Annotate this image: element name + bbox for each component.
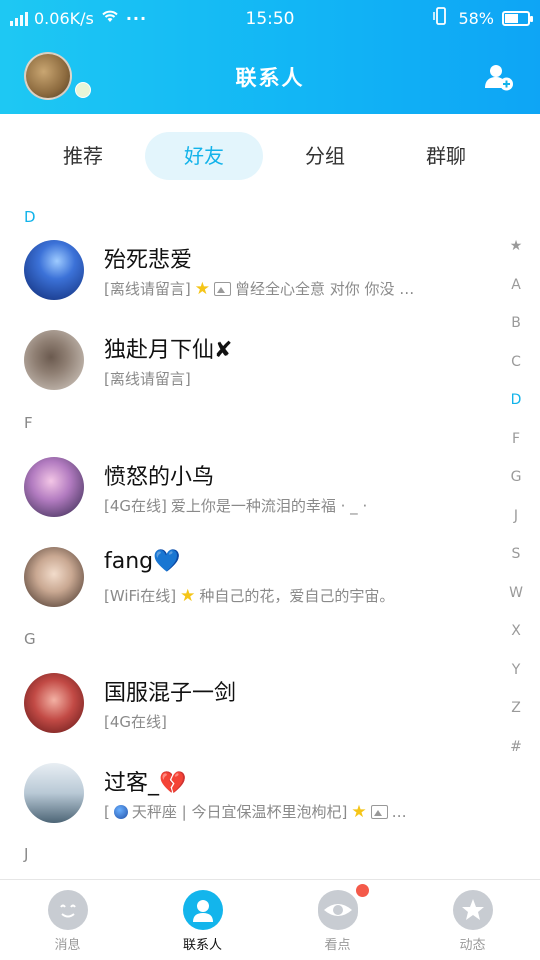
star-icon: ★ xyxy=(351,801,367,822)
index-letter[interactable]: W xyxy=(506,585,526,624)
bottom-nav: 消息 联系人 看点 动态 xyxy=(0,879,540,960)
header: 0.06K/s ··· 15:50 58% 联系人 xyxy=(0,0,540,114)
contacts-icon xyxy=(183,890,223,930)
tab-group-chats[interactable]: 群聊 xyxy=(387,132,505,180)
contact-name: 国服混子一剑 xyxy=(104,681,237,706)
nav-contacts[interactable]: 联系人 xyxy=(135,880,270,960)
signature-text: 曾经全心全意 对你 你没 … xyxy=(234,280,415,298)
contact-row[interactable]: fang💙 [WiFi在线] ★ 种自己的花，爱自己的宇宙。 xyxy=(0,533,500,621)
contact-row[interactable]: 愤怒的小鸟 [4G在线] 爱上你是一种流泪的幸福 · _ · xyxy=(0,443,500,531)
index-letter[interactable]: G xyxy=(506,469,526,508)
nav-label: 动态 xyxy=(459,938,486,953)
nav-highlights[interactable]: 看点 xyxy=(270,880,405,960)
index-letter[interactable]: F xyxy=(506,431,526,470)
eye-icon xyxy=(318,890,358,930)
contact-status: [4G在线] 爱上你是一种流泪的幸福 · _ · xyxy=(104,495,367,516)
contact-name: 愤怒的小鸟 xyxy=(104,465,215,490)
nav-label: 联系人 xyxy=(182,938,222,953)
section-header-f: F xyxy=(24,414,33,432)
avatar[interactable] xyxy=(24,763,84,823)
contact-row[interactable]: 国服混子一剑 [4G在线] xyxy=(0,659,500,747)
section-header-d: D xyxy=(24,208,36,226)
status-right: 58% xyxy=(432,7,533,29)
phone-vibrate-icon xyxy=(432,7,450,29)
index-letter[interactable]: J xyxy=(506,508,526,547)
index-letter[interactable]: # xyxy=(506,739,526,778)
contact-status: [4G在线] xyxy=(104,711,167,732)
avatar[interactable] xyxy=(24,457,84,517)
star-icon: ★ xyxy=(180,585,196,606)
nav-messages[interactable]: 消息 xyxy=(0,880,135,960)
globe-icon xyxy=(113,804,128,819)
tab-recommend[interactable]: 推荐 xyxy=(24,132,142,180)
online-status-tag: [WiFi在线] xyxy=(104,587,177,605)
index-letter[interactable]: Y xyxy=(506,662,526,701)
online-status-tag: [离线请留言] xyxy=(104,280,191,298)
index-letter[interactable]: ★ xyxy=(506,238,526,277)
star-planet-icon xyxy=(453,890,493,930)
notification-badge xyxy=(356,884,369,897)
avatar[interactable] xyxy=(24,240,84,300)
avatar[interactable] xyxy=(24,330,84,390)
online-status-detail: 天秤座 | 今日宜保温杯里泡枸杞] xyxy=(131,803,348,821)
index-letter[interactable]: A xyxy=(506,277,526,316)
section-header-g: G xyxy=(24,630,36,648)
index-letter[interactable]: S xyxy=(506,546,526,585)
index-letter[interactable]: B xyxy=(506,315,526,354)
nav-label: 消息 xyxy=(54,938,81,953)
avatar[interactable] xyxy=(24,673,84,733)
contact-status: [ 天秤座 | 今日宜保温杯里泡枸杞] ★ … xyxy=(104,801,407,822)
add-contact-icon[interactable] xyxy=(484,62,514,92)
contact-name: 过客_💔 xyxy=(104,771,187,796)
contact-status: [离线请留言] xyxy=(104,368,191,389)
signature-text: 爱上你是一种流泪的幸福 · _ · xyxy=(170,497,368,515)
nav-label: 看点 xyxy=(324,938,351,953)
image-icon xyxy=(213,281,231,296)
battery-percent: 58% xyxy=(458,8,494,28)
tab-friends[interactable]: 好友 xyxy=(145,132,263,180)
alphabet-index[interactable]: ★ A B C D F G J S W X Y Z # xyxy=(506,238,526,777)
tab-groups[interactable]: 分组 xyxy=(266,132,384,180)
online-status-tag: [4G在线] xyxy=(104,713,167,731)
tab-bar: 推荐 好友 分组 群聊 xyxy=(0,114,540,200)
online-status-tag: [ xyxy=(104,802,110,821)
image-icon xyxy=(370,804,388,819)
star-icon: ★ xyxy=(194,278,210,299)
contacts-screen: 0.06K/s ··· 15:50 58% 联系人 推荐 好友 分组 群聊 D … xyxy=(0,0,540,960)
avatar[interactable] xyxy=(24,547,84,607)
contact-row[interactable]: 独赴月下仙✘ [离线请留言] xyxy=(0,316,500,404)
index-letter[interactable]: Z xyxy=(506,700,526,739)
battery-icon xyxy=(502,10,533,26)
contact-name: 殆死悲爱 xyxy=(104,248,193,273)
message-icon xyxy=(48,890,88,930)
contact-row[interactable]: 过客_💔 [ 天秤座 | 今日宜保温杯里泡枸杞] ★ … xyxy=(0,749,500,837)
contact-status: [离线请留言] ★ 曾经全心全意 对你 你没 … xyxy=(104,278,414,299)
contact-name: fang💙 xyxy=(104,549,181,574)
online-status-tag: [4G在线] xyxy=(104,497,167,515)
contact-status: [WiFi在线] ★ 种自己的花，爱自己的宇宙。 xyxy=(104,585,394,606)
index-letter[interactable]: X xyxy=(506,623,526,662)
contact-row[interactable]: 殆死悲爱 [离线请留言] ★ 曾经全心全意 对你 你没 … xyxy=(0,226,500,314)
page-title: 联系人 xyxy=(235,66,305,90)
status-bar: 0.06K/s ··· 15:50 58% xyxy=(0,0,540,36)
section-header-j: J xyxy=(24,845,29,863)
signature-text: 种自己的花，爱自己的宇宙。 xyxy=(199,587,395,605)
nav-moments[interactable]: 动态 xyxy=(405,880,540,960)
index-letter[interactable]: D xyxy=(506,392,526,431)
battery-fill xyxy=(505,13,518,23)
online-status-tag: [离线请留言] xyxy=(104,370,191,388)
contact-name: 独赴月下仙✘ xyxy=(104,338,233,363)
signature-text: … xyxy=(391,802,407,821)
index-letter[interactable]: C xyxy=(506,354,526,393)
